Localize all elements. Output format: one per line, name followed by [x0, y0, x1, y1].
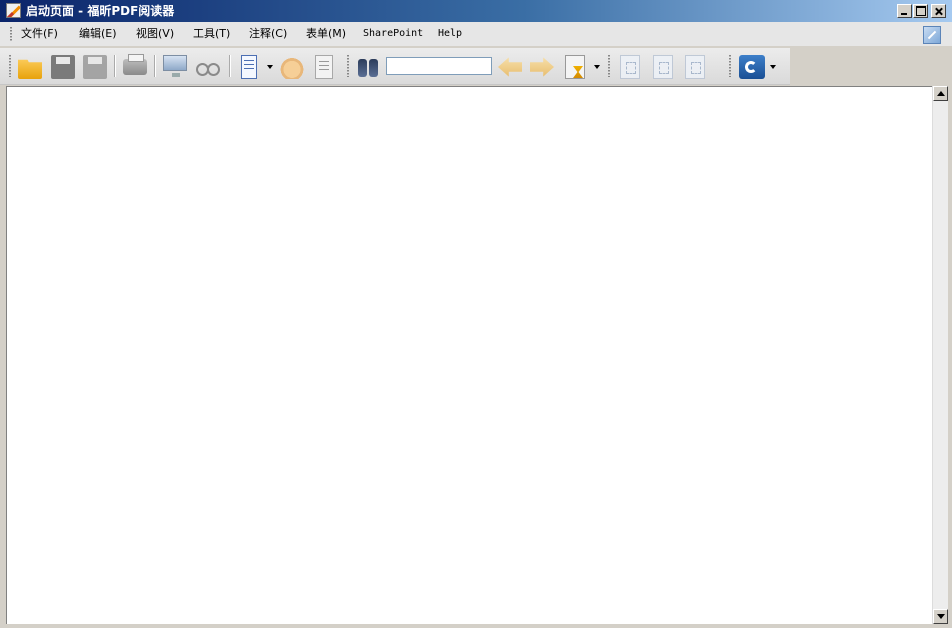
search-input[interactable]	[386, 57, 492, 75]
restore-view-icon[interactable]	[923, 26, 941, 44]
toolbar-separator	[154, 55, 156, 77]
menu-edit[interactable]: 编辑(E)	[79, 27, 117, 41]
menu-forms[interactable]: 表单(M)	[306, 27, 346, 41]
title-bar: 启动页面 - 福昕PDF阅读器	[0, 0, 952, 22]
print-icon[interactable]	[123, 54, 147, 75]
select-text-icon[interactable]	[315, 55, 333, 79]
find-icon[interactable]	[356, 55, 380, 79]
minimize-button[interactable]	[897, 4, 912, 18]
zoom-100-icon[interactable]	[620, 55, 640, 79]
page-icon	[241, 55, 257, 79]
window-title: 启动页面 - 福昕PDF阅读器	[26, 4, 175, 18]
link-icon[interactable]	[739, 55, 765, 79]
chevron-down-icon[interactable]	[267, 65, 273, 69]
fit-page-icon[interactable]	[685, 55, 705, 79]
menu-bar: 文件(F) 编辑(E) 视图(V) 工具(T) 注释(C) 表单(M) Shar…	[0, 22, 952, 46]
vertical-scrollbar[interactable]	[932, 86, 948, 624]
save-as-icon[interactable]	[83, 55, 107, 79]
glasses-icon[interactable]	[195, 55, 220, 79]
hand-icon[interactable]	[280, 55, 304, 79]
close-button[interactable]	[931, 4, 946, 18]
hourglass-icon[interactable]	[565, 55, 585, 79]
menu-help[interactable]: Help	[438, 27, 462, 41]
menu-comments[interactable]: 注释(C)	[249, 27, 287, 41]
save-icon[interactable]	[51, 55, 75, 79]
chevron-down-icon[interactable]	[594, 65, 600, 69]
document-area[interactable]	[6, 86, 932, 624]
menu-grip[interactable]	[10, 27, 12, 41]
toolbar-grip[interactable]	[608, 55, 610, 77]
scroll-down-button[interactable]	[933, 609, 948, 624]
menu-sharepoint[interactable]: SharePoint	[363, 27, 423, 41]
maximize-button[interactable]	[913, 4, 928, 18]
toolbar-separator	[229, 55, 231, 77]
toolbar-grip[interactable]	[729, 55, 731, 77]
chevron-down-icon[interactable]	[770, 65, 776, 69]
monitor-icon[interactable]	[163, 55, 187, 77]
page-view-button[interactable]	[241, 55, 265, 79]
menu-tools[interactable]: 工具(T)	[193, 27, 230, 41]
toolbar-separator	[114, 55, 116, 77]
toolbar-grip[interactable]	[9, 55, 11, 77]
scroll-up-button[interactable]	[933, 86, 948, 101]
app-logo-icon	[6, 3, 21, 18]
toolbar-grip[interactable]	[347, 55, 349, 77]
menu-view[interactable]: 视图(V)	[136, 27, 174, 41]
menu-file[interactable]: 文件(F)	[21, 27, 58, 41]
rotate-icon[interactable]	[653, 55, 673, 79]
